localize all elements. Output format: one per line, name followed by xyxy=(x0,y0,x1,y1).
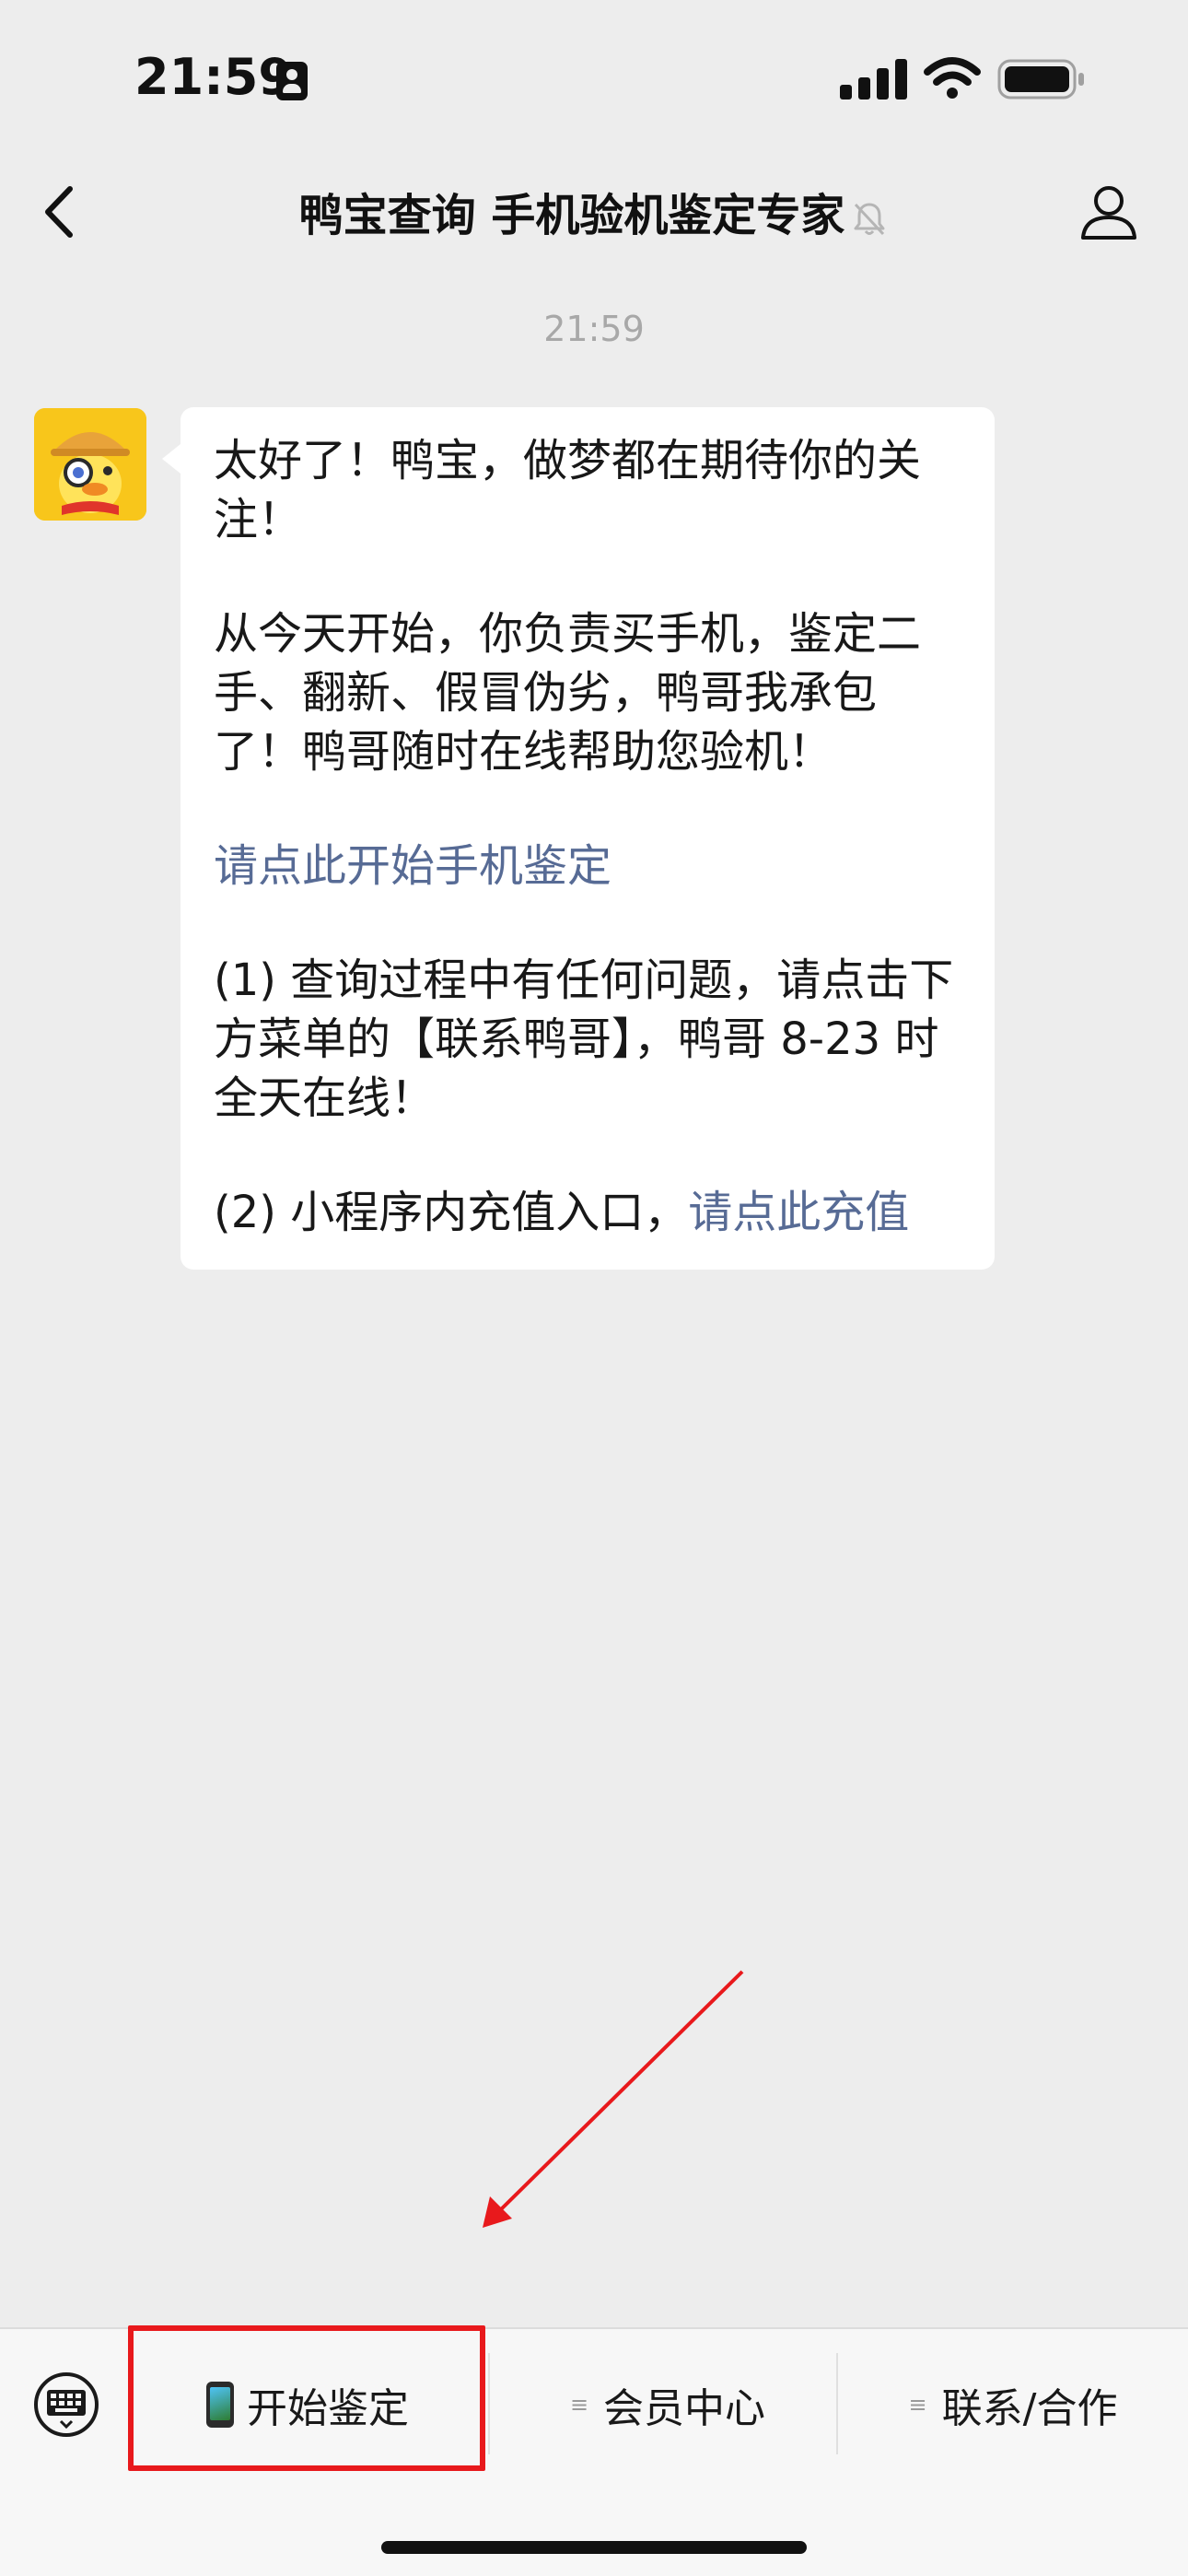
wifi-icon xyxy=(924,57,981,99)
nav-bar: 鸭宝查询 手机验机鉴定专家 xyxy=(0,157,1188,267)
annotation-highlight-box xyxy=(128,2325,485,2471)
keyboard-icon[interactable] xyxy=(33,2371,99,2438)
battery-icon xyxy=(997,59,1084,100)
chat-screen: 21:59 鸭宝查询 手机验机鉴定专家 21:59 太好了！鸭宝，做梦都在期待你… xyxy=(0,0,1188,2576)
contact-card-icon xyxy=(276,62,308,100)
menu-contact-cooperation[interactable]: ≡ 联系/合作 xyxy=(838,2329,1188,2480)
message-bubble: 太好了！鸭宝，做梦都在期待你的关注！ 从今天开始，你负责买手机，鉴定二手、翻新、… xyxy=(162,407,995,1270)
message-paragraph-1: 太好了！鸭宝，做梦都在期待你的关注！ xyxy=(214,435,922,545)
recharge-prefix: (2) 小程序内充值入口， xyxy=(214,1187,689,1238)
profile-icon[interactable] xyxy=(1077,181,1140,243)
start-appraisal-link[interactable]: 请点此开始手机鉴定 xyxy=(214,840,611,892)
message-paragraph-3: (1) 查询过程中有任何问题，请点击下方菜单的【联系鸭哥】，鸭哥 8-23 时全… xyxy=(214,954,954,1124)
submenu-icon: ≡ xyxy=(569,2392,589,2418)
home-indicator[interactable] xyxy=(381,2541,807,2554)
menu-contact-cooperation-label: 联系/合作 xyxy=(941,2385,1118,2432)
status-time: 21:59 xyxy=(134,48,293,106)
menu-member-center[interactable]: ≡ 会员中心 xyxy=(497,2329,838,2480)
message-paragraph-4: (2) 小程序内充值入口，请点此充值 xyxy=(214,1183,961,1242)
message-paragraph-2: 从今天开始，你负责买手机，鉴定二手、翻新、假冒伪劣，鸭哥我承包了！鸭哥随时在线帮… xyxy=(214,608,922,778)
official-account-avatar[interactable] xyxy=(34,408,146,521)
menu-member-center-label: 会员中心 xyxy=(603,2385,766,2432)
chat-title-text: 鸭宝查询 手机验机鉴定专家 xyxy=(298,190,845,241)
chat-title: 鸭宝查询 手机验机鉴定专家 xyxy=(184,179,1004,243)
status-bar: 21:59 xyxy=(0,0,1188,157)
signal-icon xyxy=(840,59,907,100)
message-timestamp: 21:59 xyxy=(543,309,645,349)
mute-icon xyxy=(854,203,885,236)
recharge-link[interactable]: 请点此充值 xyxy=(688,1187,909,1238)
submenu-icon: ≡ xyxy=(908,2392,927,2418)
back-icon[interactable] xyxy=(37,180,83,244)
menu-divider xyxy=(488,2353,490,2454)
annotation-arrow xyxy=(483,1970,744,2228)
